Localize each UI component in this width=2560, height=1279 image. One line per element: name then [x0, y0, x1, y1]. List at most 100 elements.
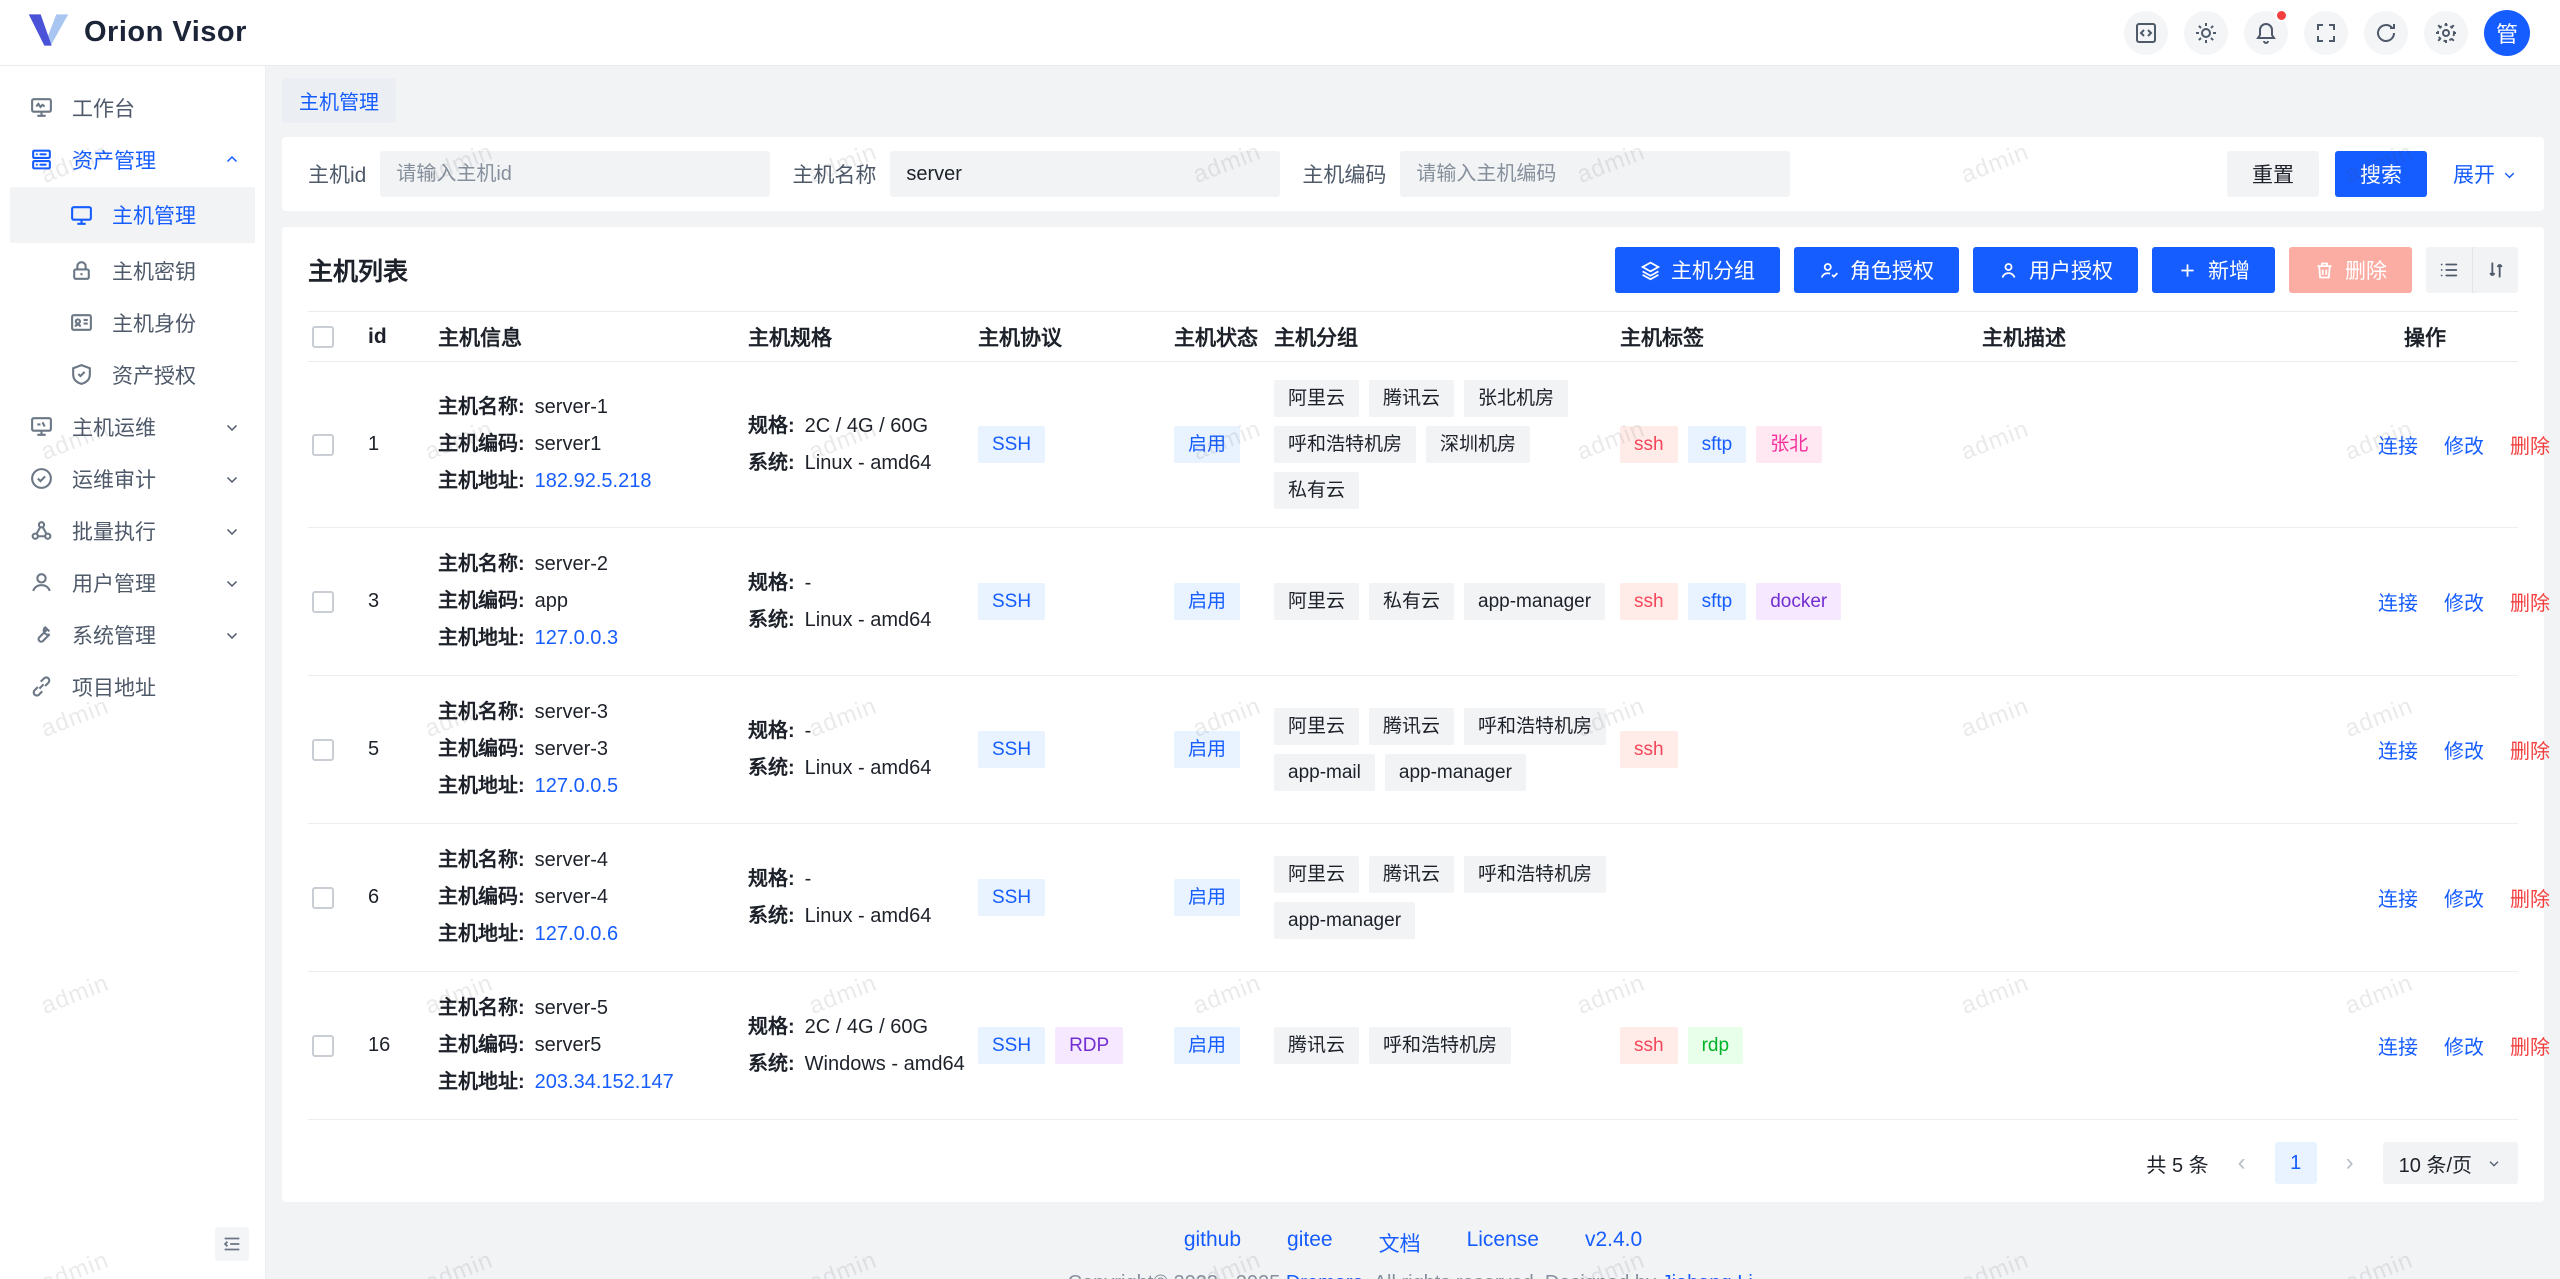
- chevron-down-icon: [2501, 166, 2518, 183]
- sidebar-item-host-identity[interactable]: 主机身份: [10, 298, 255, 347]
- theme-icon[interactable]: [2184, 11, 2228, 55]
- header-actions: 管: [2124, 10, 2530, 56]
- table-header-row: id 主机信息 主机规格 主机协议 主机状态 主机分组 主机标签 主机描述 操作: [308, 312, 2518, 362]
- host-address-link[interactable]: 127.0.0.5: [535, 775, 618, 797]
- sidebar-item-system-manage[interactable]: 系统管理: [10, 610, 255, 659]
- host-name: server-3: [535, 701, 608, 723]
- next-page-icon[interactable]: ›: [2333, 1149, 2367, 1177]
- delete-link[interactable]: 删除: [2510, 889, 2550, 911]
- chevron-down-icon: [223, 470, 241, 488]
- user-icon: [1998, 260, 2019, 281]
- host-status-cell: 启用: [1170, 972, 1270, 1120]
- connect-link[interactable]: 连接: [2378, 593, 2418, 615]
- column-settings-icon[interactable]: [2426, 247, 2472, 293]
- prev-page-icon[interactable]: ‹: [2225, 1149, 2259, 1177]
- table-row: 6 主机名称:server-4 主机编码:server-4 主机地址:127.0…: [308, 824, 2518, 972]
- select-all-checkbox[interactable]: [312, 326, 334, 348]
- expand-button[interactable]: 展开: [2453, 159, 2518, 189]
- delete-button[interactable]: 删除: [2289, 247, 2412, 293]
- delete-link[interactable]: 删除: [2510, 436, 2550, 458]
- host-desc-cell: [1978, 972, 2348, 1120]
- add-button[interactable]: 新增: [2152, 247, 2275, 293]
- sidebar-item-host-key[interactable]: 主机密钥: [10, 246, 255, 295]
- notification-bell-icon[interactable]: [2244, 11, 2288, 55]
- chevron-down-icon: [223, 626, 241, 644]
- protocol-tag: SSH: [978, 879, 1045, 916]
- search-field-host-id: 主机id: [308, 151, 770, 197]
- fullscreen-icon[interactable]: [2304, 11, 2348, 55]
- host-name: server-1: [535, 396, 608, 418]
- sidebar-item-batch-exec[interactable]: 批量执行: [10, 506, 255, 555]
- sort-icon[interactable]: [2472, 247, 2518, 293]
- host-address-link[interactable]: 203.34.152.147: [535, 1071, 674, 1093]
- host-group-button[interactable]: 主机分组: [1615, 247, 1780, 293]
- host-id-input[interactable]: [380, 151, 770, 197]
- host-spec-cell: 规格:- 系统:Linux - amd64: [744, 676, 974, 824]
- connect-link[interactable]: 连接: [2378, 1037, 2418, 1059]
- row-checkbox[interactable]: [312, 739, 334, 761]
- edit-link[interactable]: 修改: [2444, 741, 2484, 763]
- footer-link-github[interactable]: github: [1184, 1228, 1241, 1258]
- host-list-panel: 主机列表 主机分组 角色授权: [282, 227, 2544, 1202]
- wrench-icon: [28, 622, 55, 647]
- row-actions: 连接修改删除更多: [2348, 362, 2518, 528]
- page-number[interactable]: 1: [2275, 1142, 2317, 1184]
- delete-link[interactable]: 删除: [2510, 741, 2550, 763]
- sidebar-item-host-ops[interactable]: 主机运维: [10, 402, 255, 451]
- edit-link[interactable]: 修改: [2444, 593, 2484, 615]
- settings-gear-icon[interactable]: [2424, 11, 2468, 55]
- edit-link[interactable]: 修改: [2444, 1037, 2484, 1059]
- lock-icon: [68, 258, 95, 283]
- sidebar-item-project-url[interactable]: 项目地址: [10, 662, 255, 711]
- row-checkbox[interactable]: [312, 591, 334, 613]
- footer-link-license[interactable]: License: [1467, 1228, 1539, 1258]
- logo-v-icon: [26, 11, 70, 55]
- host-address-link[interactable]: 127.0.0.6: [535, 923, 618, 945]
- code-icon[interactable]: [2124, 11, 2168, 55]
- search-button[interactable]: 搜索: [2335, 151, 2427, 197]
- group-tag: app-manager: [1464, 583, 1605, 620]
- footer-link-docs[interactable]: 文档: [1379, 1228, 1421, 1258]
- dromara-link[interactable]: Dromara: [1286, 1272, 1364, 1279]
- connect-link[interactable]: 连接: [2378, 889, 2418, 911]
- page-size-select[interactable]: 10 条/页: [2383, 1142, 2518, 1184]
- footer-link-gitee[interactable]: gitee: [1287, 1228, 1333, 1258]
- host-tags-cell: [1616, 824, 1978, 972]
- role-grant-button[interactable]: 角色授权: [1794, 247, 1959, 293]
- group-tag: 阿里云: [1274, 380, 1359, 417]
- connect-link[interactable]: 连接: [2378, 436, 2418, 458]
- status-badge: 启用: [1174, 583, 1240, 620]
- host-code-input[interactable]: [1400, 151, 1790, 197]
- sidebar-item-workbench[interactable]: 工作台: [10, 83, 255, 132]
- refresh-icon[interactable]: [2364, 11, 2408, 55]
- chevron-up-icon: [223, 151, 241, 169]
- host-address-link[interactable]: 127.0.0.3: [535, 627, 618, 649]
- sidebar-item-ops-audit[interactable]: 运维审计: [10, 454, 255, 503]
- group-tag: 呼和浩特机房: [1464, 856, 1606, 893]
- delete-link[interactable]: 删除: [2510, 1037, 2550, 1059]
- edit-link[interactable]: 修改: [2444, 889, 2484, 911]
- tab-host-manage[interactable]: 主机管理: [282, 78, 396, 123]
- group-tag: 呼和浩特机房: [1464, 708, 1606, 745]
- row-checkbox[interactable]: [312, 887, 334, 909]
- host-name-input[interactable]: [890, 151, 1280, 197]
- sidebar-collapse-icon[interactable]: [215, 1227, 249, 1261]
- row-checkbox[interactable]: [312, 434, 334, 456]
- author-link[interactable]: Jiahang Li.: [1662, 1272, 1759, 1279]
- edit-link[interactable]: 修改: [2444, 436, 2484, 458]
- sidebar-item-asset-manage[interactable]: 资产管理: [10, 135, 255, 184]
- user-avatar[interactable]: 管: [2484, 10, 2530, 56]
- host-address-link[interactable]: 182.92.5.218: [535, 470, 652, 492]
- col-host-info: 主机信息: [434, 312, 744, 362]
- sidebar-item-asset-grant[interactable]: 资产授权: [10, 350, 255, 399]
- row-checkbox[interactable]: [312, 1035, 334, 1057]
- connect-link[interactable]: 连接: [2378, 741, 2418, 763]
- delete-link[interactable]: 删除: [2510, 593, 2550, 615]
- footer-link-version[interactable]: v2.4.0: [1585, 1228, 1642, 1258]
- sidebar-item-user-manage[interactable]: 用户管理: [10, 558, 255, 607]
- reset-button[interactable]: 重置: [2227, 151, 2319, 197]
- user-grant-button[interactable]: 用户授权: [1973, 247, 2138, 293]
- host-desc-cell: [1978, 824, 2348, 972]
- sidebar-item-host-manage[interactable]: 主机管理: [10, 187, 255, 243]
- panel-title: 主机列表: [308, 252, 408, 288]
